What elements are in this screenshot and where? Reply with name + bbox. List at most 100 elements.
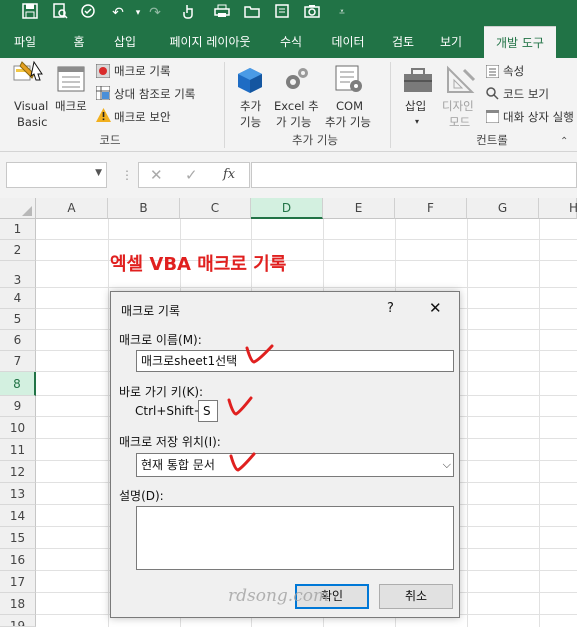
row-header[interactable]: 6 [0,330,36,351]
cancel-entry-icon[interactable]: ✕ [150,166,163,184]
row-header[interactable]: 16 [0,549,36,571]
insert-control-label: 삽입 [405,99,427,113]
column-header-a[interactable]: A [36,198,108,219]
visual-basic-icon [13,60,43,81]
row-header[interactable]: 7 [0,351,36,372]
help-button[interactable]: ? [387,301,394,316]
excel-addins-button[interactable] [282,64,312,97]
description-textarea[interactable] [136,506,454,570]
excel-addins-label-1: Excel 추 [274,99,319,113]
row-header[interactable]: 14 [0,505,36,527]
select-all-corner[interactable] [0,198,36,219]
save-icon[interactable] [20,3,40,23]
visual-basic-button[interactable] [12,60,48,90]
row-header[interactable]: 19 [0,615,36,627]
addins-button[interactable] [236,66,264,97]
insert-dropdown-icon[interactable]: ▾ [415,114,419,130]
open-folder-icon[interactable] [242,3,262,23]
camera-icon[interactable] [302,3,322,23]
sheet-heading: 엑셀 VBA 매크로 기록 [110,254,287,275]
name-box[interactable]: ▼ [6,162,107,188]
excel-addins-label-2: 가 기능 [276,115,312,129]
customize-toolbar-icon[interactable]: ⩡ [332,3,352,23]
row-header[interactable]: 10 [0,417,36,439]
insert-function-button[interactable]: fx [223,167,235,182]
collapse-ribbon-icon[interactable]: ⌃ [560,136,568,147]
relative-reference-button[interactable]: 상대 참조로 기록 [114,86,195,102]
touch-icon[interactable] [178,3,198,23]
row-header[interactable]: 15 [0,527,36,549]
chevron-down-icon[interactable]: ⌵ [443,454,451,476]
tab-view[interactable]: 보기 [432,26,470,58]
touch-mode-icon[interactable] [78,3,98,23]
tab-formulas[interactable]: 수식 [272,26,310,58]
com-addins-icon [335,65,362,92]
com-addins-label-2: 추가 기능 [325,115,371,129]
gridline [467,219,468,627]
tab-review[interactable]: 검토 [384,26,422,58]
addins-label-1: 추가 [240,99,262,113]
cancel-button[interactable]: 취소 [379,584,453,609]
column-header-g[interactable]: G [467,198,539,219]
confirm-entry-icon[interactable]: ✓ [185,166,198,184]
shortcut-key-input[interactable]: S [198,400,218,422]
page-icon[interactable] [272,3,292,23]
row-header[interactable]: 5 [0,309,36,330]
row-header[interactable]: 3 [0,261,36,288]
tab-developer[interactable]: 개발 도구 [484,26,556,58]
group-code-label: 코드 [99,133,121,147]
view-code-icon [486,87,499,103]
com-addins-button[interactable] [334,64,364,97]
name-box-dropdown-icon[interactable]: ▼ [95,168,102,178]
print-preview-icon[interactable] [50,3,70,23]
column-header-c[interactable]: C [180,198,251,219]
relative-reference-icon [95,85,111,103]
column-header-f[interactable]: F [395,198,467,219]
row-header[interactable]: 13 [0,483,36,505]
record-macro-button[interactable]: 매크로 기록 [114,63,171,79]
group-addins-label: 추가 기능 [292,133,338,147]
macro-label: 매크로 [55,99,87,113]
design-mode-button[interactable] [446,64,476,97]
row-header[interactable]: 11 [0,439,36,461]
tab-page-layout[interactable]: 페이지 레이아웃 [158,26,262,58]
column-header-e[interactable]: E [323,198,395,219]
column-header-b[interactable]: B [108,198,180,219]
column-header-d[interactable]: D [251,198,323,219]
row-header[interactable]: 17 [0,571,36,593]
design-mode-label-2: 모드 [449,115,471,129]
row-header[interactable]: 1 [0,219,36,240]
ribbon-tabs: 파일 홈 삽입 페이지 레이아웃 수식 데이터 검토 보기 개발 도구 [0,26,577,58]
print-icon[interactable] [212,3,232,23]
design-mode-icon [447,65,476,93]
view-code-button[interactable]: 코드 보기 [503,86,549,102]
formula-input[interactable] [251,162,577,188]
store-location-label: 매크로 저장 위치(I): [119,435,221,449]
store-location-select[interactable]: 현재 통합 문서 ⌵ [136,453,454,477]
undo-icon[interactable]: ↶ [108,3,128,23]
column-header-h[interactable]: H [539,198,577,219]
close-button[interactable]: ✕ [429,299,442,317]
tab-insert[interactable]: 삽입 [106,26,144,58]
redo-icon[interactable]: ↷ [145,3,165,23]
properties-button[interactable]: 속성 [503,63,524,79]
macro-button[interactable] [57,66,87,94]
macro-security-button[interactable]: 매크로 보안 [114,109,171,125]
row-header-selected[interactable]: 8 [0,372,36,396]
row-header[interactable]: 4 [0,288,36,309]
insert-control-button[interactable] [402,66,434,97]
design-mode-label-1: 디자인 [442,99,474,113]
row-header[interactable]: 12 [0,461,36,483]
row-header[interactable]: 2 [0,240,36,261]
tab-home[interactable]: 홈 [62,26,96,58]
macro-name-label: 매크로 이름(M): [119,333,202,347]
tab-data[interactable]: 데이터 [324,26,372,58]
row-header[interactable]: 18 [0,593,36,615]
macro-name-input[interactable]: 매크로sheet1선택 [136,350,454,372]
gridline [108,219,109,627]
row-header[interactable]: 9 [0,396,36,417]
checkmark-annotation-icon [229,452,257,480]
gears-icon [286,68,308,89]
run-dialog-button[interactable]: 대화 상자 실행 [503,109,574,125]
tab-file[interactable]: 파일 [6,26,44,58]
